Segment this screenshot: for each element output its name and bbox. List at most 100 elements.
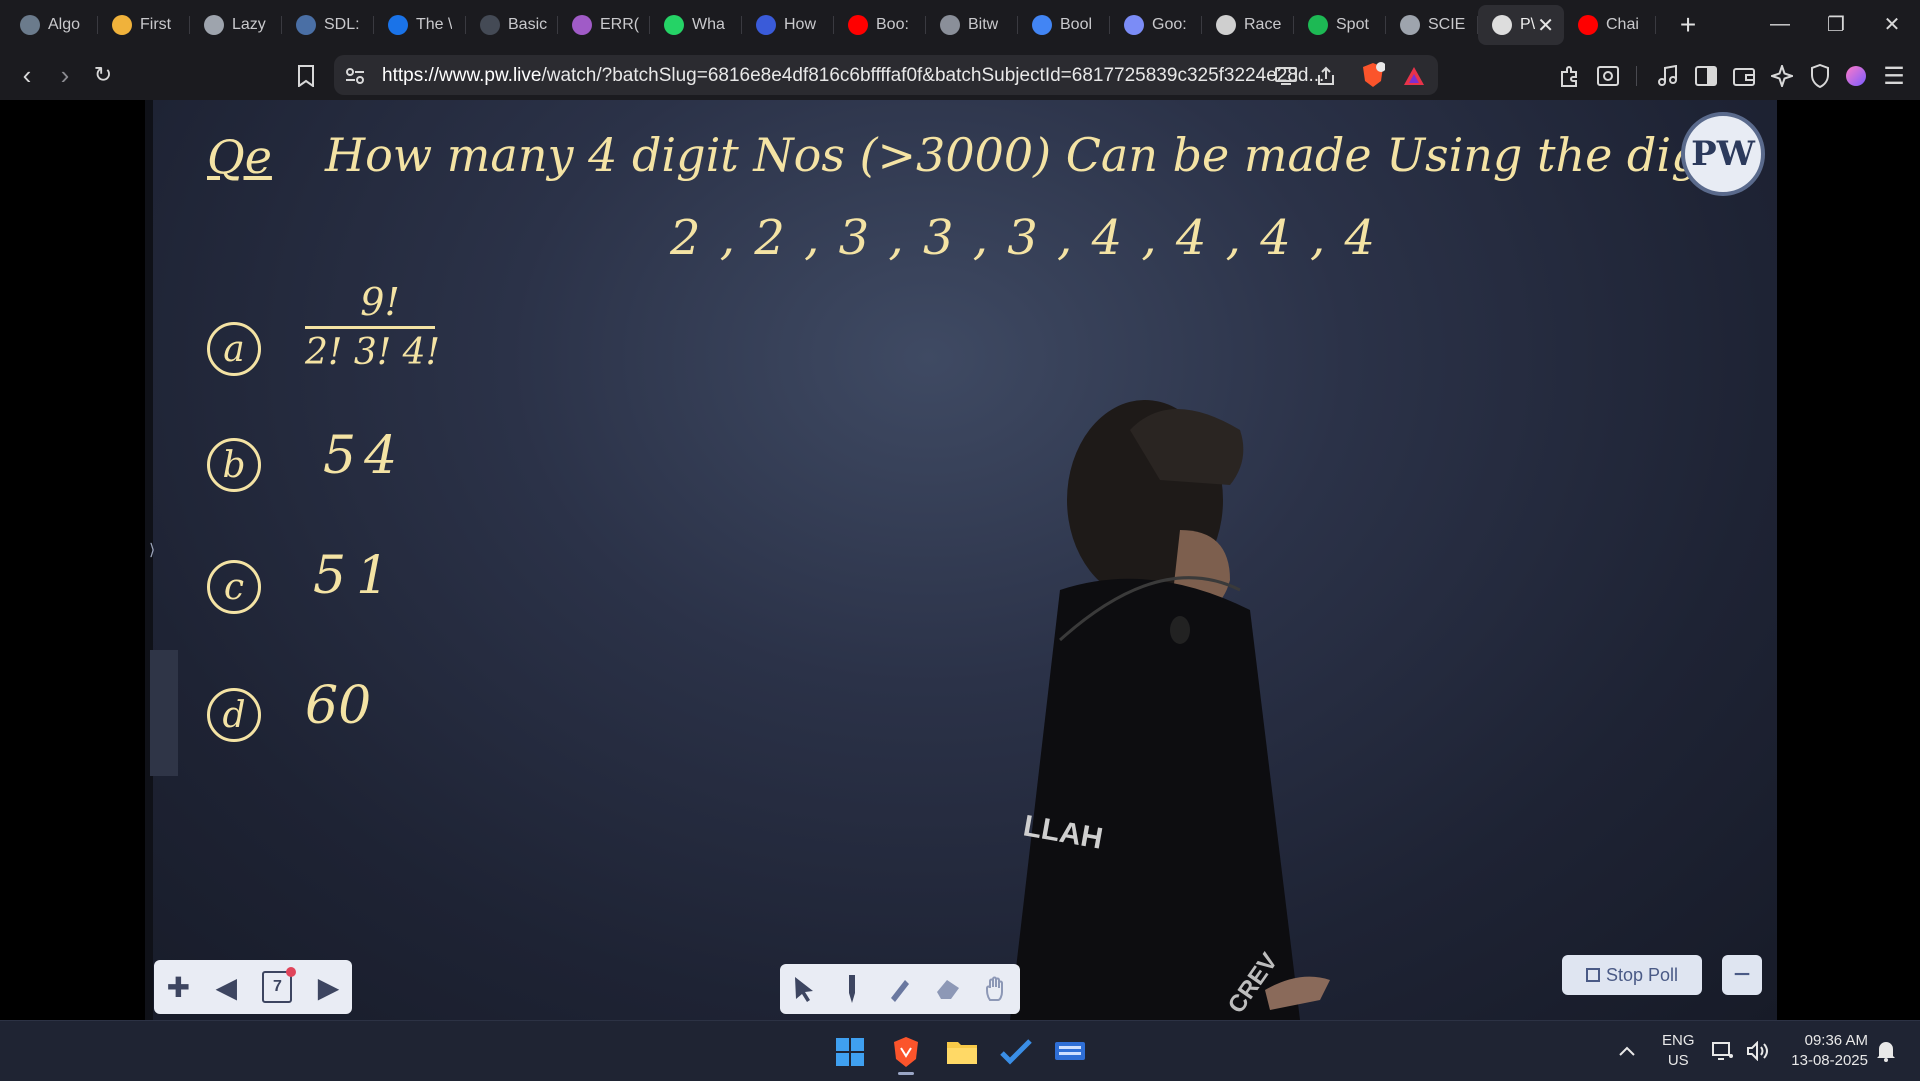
option-b-marker: b [207, 438, 261, 492]
brain-icon [572, 15, 592, 35]
side-panel-toggle-icon[interactable]: ⟩ [149, 540, 155, 560]
add-slide-button[interactable]: ✚ [167, 971, 190, 1004]
volume-icon[interactable] [1746, 1021, 1770, 1081]
back-button[interactable]: ‹ [12, 60, 42, 90]
browser-tab[interactable]: Bool [1018, 5, 1110, 45]
openai-icon [1216, 15, 1236, 35]
browser-tab[interactable]: How [742, 5, 834, 45]
browser-tab[interactable]: Spot [1294, 5, 1386, 45]
tab-title: Bool [1060, 16, 1093, 33]
leo-ai-icon[interactable] [1768, 62, 1796, 90]
new-tab-button[interactable]: + [1670, 9, 1706, 41]
gemini-icon [1124, 15, 1144, 35]
browser-tab[interactable]: ERR( [558, 5, 650, 45]
page-number-badge[interactable]: 7 [262, 967, 297, 1003]
window-controls: — ❐ ✕ [1752, 0, 1920, 48]
browser-tab[interactable]: SDL: [282, 5, 374, 45]
option-d-value: 60 [305, 676, 372, 736]
browser-tab[interactable]: Wha [650, 5, 742, 45]
tab-title: Chai [1606, 16, 1639, 33]
language-code: ENG [1662, 1032, 1695, 1049]
media-icon[interactable] [1654, 62, 1682, 90]
browser-tab[interactable]: Boo: [834, 5, 926, 45]
language-indicator[interactable]: ENG US [1662, 1021, 1695, 1081]
side-panel-grip[interactable] [150, 650, 178, 776]
tab-title: Algo [48, 16, 81, 33]
show-hidden-icons-button[interactable] [1618, 1021, 1636, 1081]
browser-tab[interactable]: P\ ✕ [1478, 5, 1564, 45]
brave-shields-icon[interactable] [1360, 62, 1386, 88]
restore-window-button[interactable]: ❐ [1808, 0, 1864, 48]
extensions-icon[interactable] [1556, 62, 1584, 90]
tab-title: P\ [1520, 16, 1536, 33]
share-icon[interactable] [1314, 64, 1338, 88]
browser-tab[interactable]: Chai [1564, 5, 1656, 45]
file-explorer-icon[interactable] [942, 1033, 982, 1071]
question-line-1: How many 4 digit Nos (>3000) Can be made… [325, 128, 1758, 182]
reload-button[interactable]: ↻ [88, 60, 118, 90]
start-icon[interactable] [830, 1033, 870, 1071]
tab-title: SDL: [324, 16, 360, 33]
bookmark-icon [756, 15, 776, 35]
eraser-tool-icon[interactable] [933, 974, 963, 1004]
cast-icon[interactable] [1274, 64, 1298, 88]
vpn-icon[interactable] [1806, 62, 1834, 90]
wallet-icon[interactable] [1730, 62, 1758, 90]
browser-tab[interactable]: First [98, 5, 190, 45]
todo-icon[interactable] [996, 1033, 1036, 1071]
next-slide-button[interactable]: ▶ [318, 971, 340, 1004]
prev-slide-button[interactable]: ◀ [216, 971, 238, 1004]
pw-logo: PW [1681, 112, 1765, 196]
close-window-button[interactable]: ✕ [1864, 0, 1920, 48]
close-tab-icon[interactable]: ✕ [1537, 13, 1554, 38]
sidebar-icon[interactable] [1692, 62, 1720, 90]
region-code: US [1667, 1052, 1689, 1069]
browser-tab[interactable]: SCIE [1386, 5, 1478, 45]
url-text[interactable]: https://www.pw.live/watch/?batchSlug=681… [382, 65, 1324, 87]
network-icon[interactable] [1712, 1021, 1734, 1081]
brave-rewards-icon[interactable] [1402, 64, 1426, 88]
pen-tool-icon[interactable] [837, 974, 867, 1004]
globe-icon [1400, 15, 1420, 35]
browser-tab[interactable]: Algo [6, 5, 98, 45]
tab-title: ERR( [600, 16, 640, 33]
option-a-denominator: 2! 3! 4! [305, 332, 440, 373]
tab-title: SCIE [1428, 16, 1466, 33]
tab-title: Spot [1336, 16, 1369, 33]
orb-icon [940, 15, 960, 35]
bookmark-icon[interactable] [292, 62, 320, 90]
browser-tab[interactable]: Bitw [926, 5, 1018, 45]
tab-title: Basic [508, 16, 548, 33]
keyboard-app-icon[interactable] [1050, 1033, 1090, 1071]
browser-tab[interactable]: Goo: [1110, 5, 1202, 45]
browser-tab[interactable]: Lazy [190, 5, 282, 45]
menu-icon[interactable]: ☰ [1880, 62, 1908, 90]
clock-date: 13-08-2025 [1791, 1052, 1868, 1069]
minimize-window-button[interactable]: — [1752, 0, 1808, 48]
reader-icon[interactable] [1594, 62, 1622, 90]
browser-tab[interactable]: Basic [466, 5, 558, 45]
browser-tab[interactable]: Race [1202, 5, 1294, 45]
video-area: Qe How many 4 digit Nos (>3000) Can be m… [0, 100, 1920, 1020]
notifications-icon[interactable] [1876, 1021, 1896, 1081]
whiteboard-video[interactable]: Qe How many 4 digit Nos (>3000) Can be m… [145, 100, 1777, 1020]
forward-button[interactable]: › [50, 60, 80, 90]
site-settings-icon[interactable] [344, 65, 366, 87]
pointer-tool-icon[interactable] [789, 974, 819, 1004]
speaker-icon [1492, 15, 1512, 35]
stop-poll-label: Stop Poll [1605, 964, 1679, 985]
question-line-2: 2 , 2 , 3 , 3 , 3 , 4 , 4 , 4 , 4 [670, 210, 1378, 266]
toolbar-divider [1636, 66, 1637, 86]
minimize-poll-button[interactable]: − [1722, 955, 1762, 995]
clock[interactable]: 09:36 AM 13-08-2025 [1784, 1021, 1868, 1081]
address-bar[interactable]: https://www.pw.live/watch/?batchSlug=681… [334, 55, 1438, 95]
hand-tool-icon[interactable] [981, 974, 1011, 1004]
tab-title: First [140, 16, 172, 33]
windows-taskbar: ENG US 09:36 AM 13-08-2025 [0, 1020, 1920, 1081]
profile-avatar-icon[interactable] [1842, 62, 1870, 90]
app-icon [20, 15, 40, 35]
browser-tab[interactable]: The \ [374, 5, 466, 45]
stop-poll-button[interactable]: Stop Poll [1562, 955, 1702, 995]
brave-browser-icon[interactable] [886, 1033, 926, 1075]
highlighter-tool-icon[interactable] [885, 974, 915, 1004]
